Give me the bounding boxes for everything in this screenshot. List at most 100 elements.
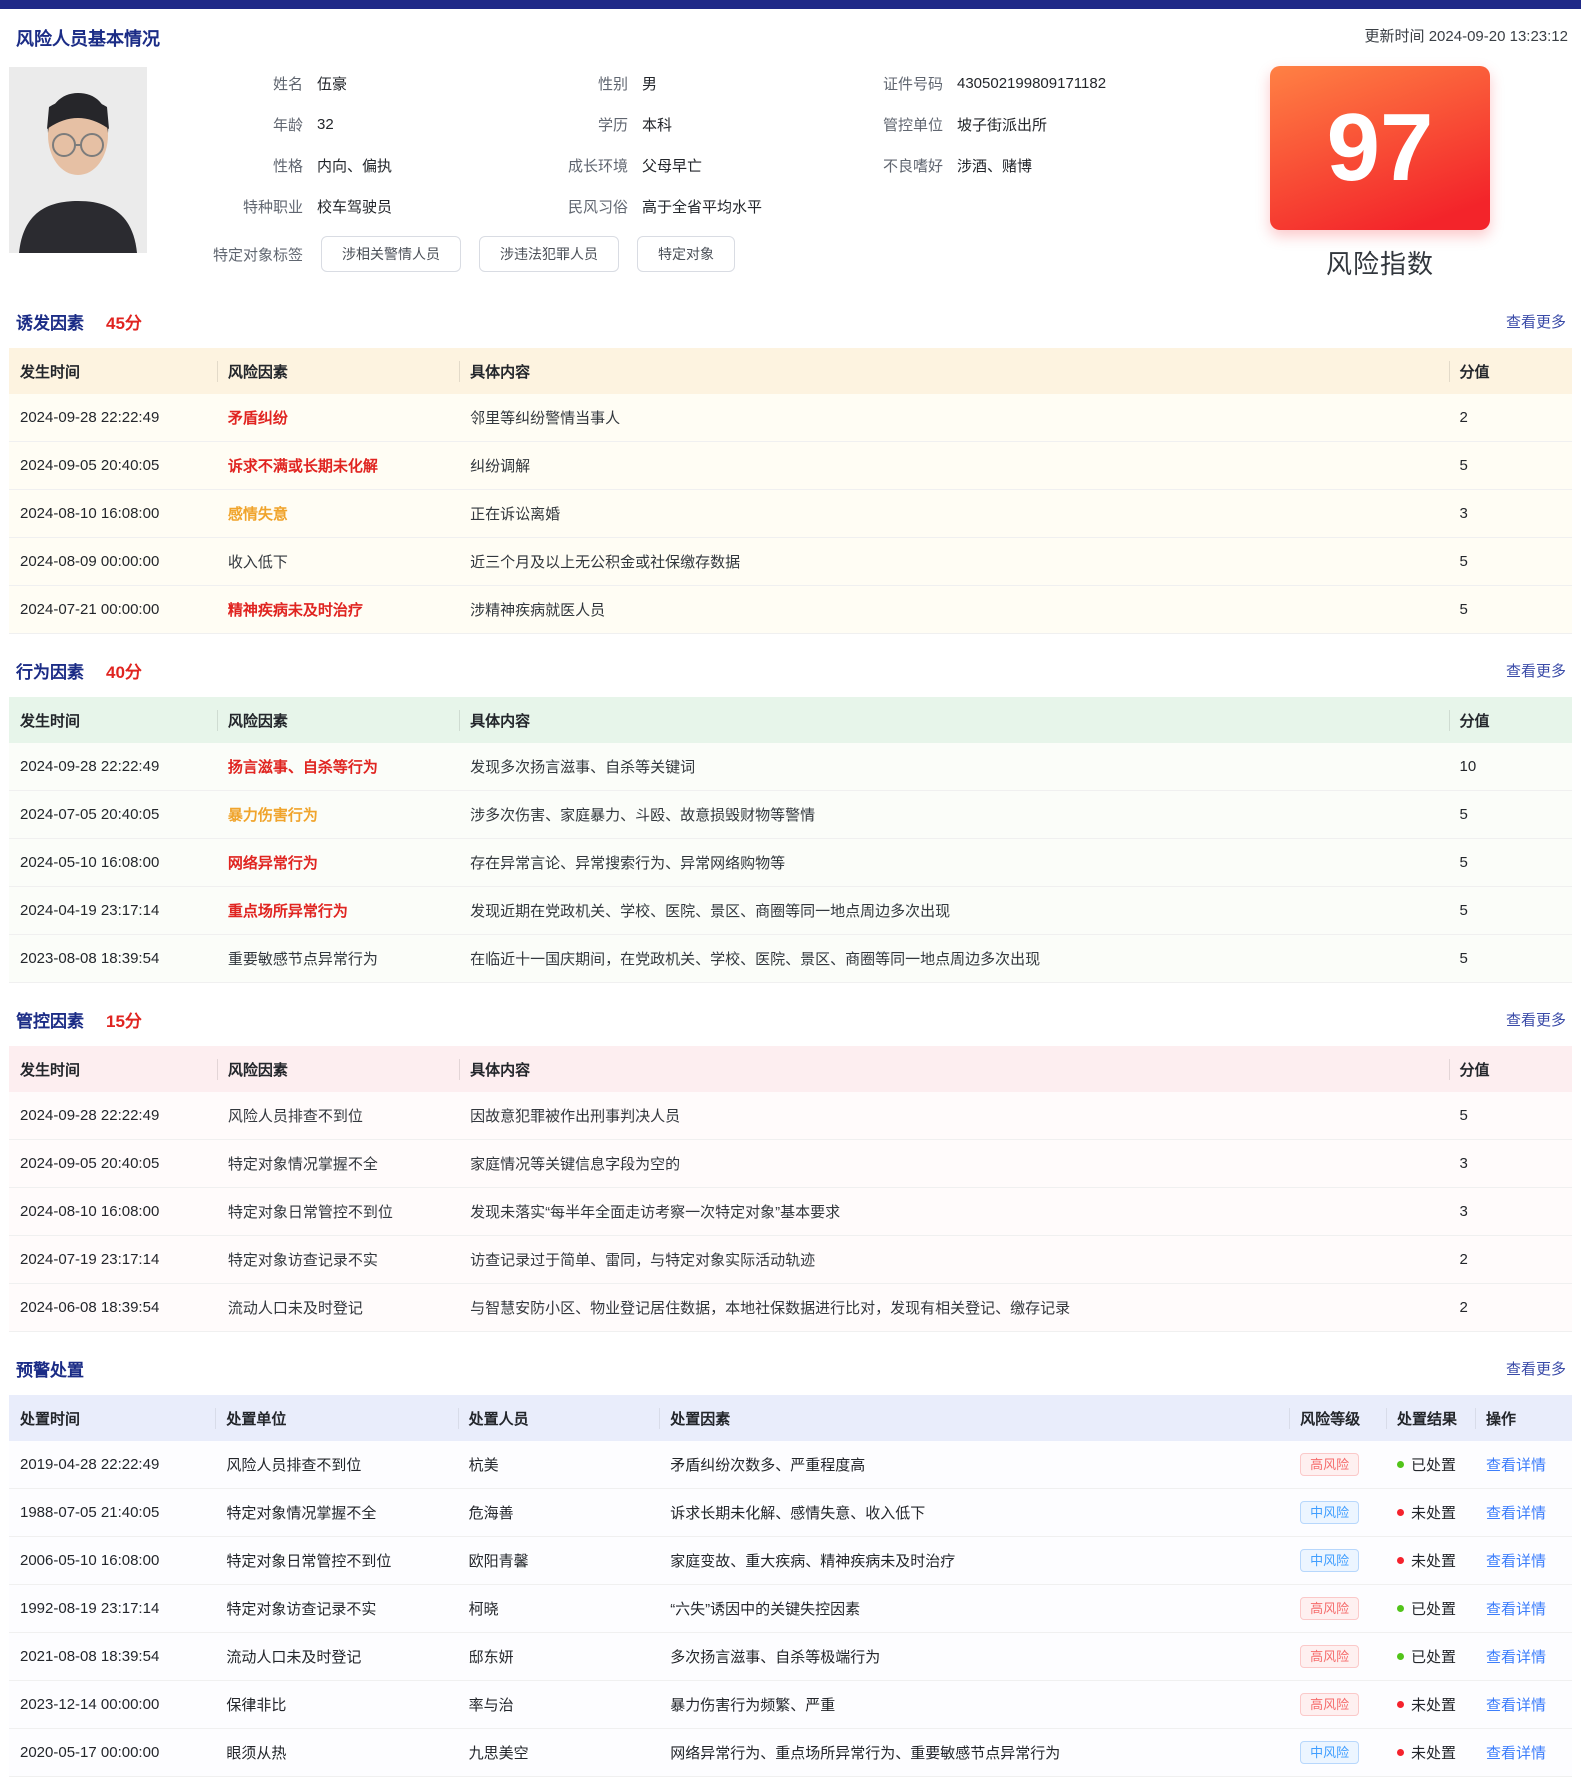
view-detail-link[interactable]: 查看详情 bbox=[1486, 1505, 1546, 1522]
disposal-section: 预警处置 查看更多 处置时间处置单位处置人员处置因素风险等级处置结果操作 201… bbox=[16, 1356, 1568, 1777]
column-header: 处置人员 bbox=[458, 1408, 660, 1429]
cell-risk-factor: 精神疾病未及时治疗 bbox=[217, 599, 459, 620]
factor-section-title: 行为因素 bbox=[16, 658, 84, 683]
cell-score: 5 bbox=[1449, 950, 1572, 967]
factor-table-header: 发生时间风险因素具体内容分值 bbox=[9, 348, 1572, 394]
profile-field: 学历 本科 bbox=[540, 114, 875, 135]
update-time: 更新时间 2024-09-20 13:23:12 bbox=[1365, 25, 1568, 46]
top-accent-bar bbox=[0, 0, 1581, 9]
column-header: 具体内容 bbox=[459, 710, 1448, 731]
risk-level-badge: 高风险 bbox=[1300, 1693, 1359, 1716]
status-dot bbox=[1397, 1749, 1404, 1756]
view-detail-link[interactable]: 查看详情 bbox=[1486, 1457, 1546, 1474]
view-detail-link[interactable]: 查看详情 bbox=[1486, 1649, 1546, 1666]
column-header: 风险因素 bbox=[217, 1059, 459, 1080]
cell-detail-content: 正在诉讼离婚 bbox=[459, 503, 1448, 524]
cell-risk-factor: 特定对象日常管控不到位 bbox=[217, 1201, 459, 1222]
cell-disposal-person: 危海善 bbox=[458, 1502, 660, 1523]
view-detail-link[interactable]: 查看详情 bbox=[1486, 1745, 1546, 1762]
profile-field-row: 性格 内向、偏执 成长环境 父母早亡 不良嗜好 涉酒、赌博 bbox=[183, 145, 1238, 186]
profile-field-label: 成长环境 bbox=[540, 155, 628, 176]
profile-field-label: 性别 bbox=[540, 73, 628, 94]
column-header: 处置单位 bbox=[215, 1408, 457, 1429]
profile-fields: 姓名 伍豪 性别 男 证件号码 430502199809171182 年龄 32… bbox=[183, 63, 1238, 272]
cell-risk-level: 中风险 bbox=[1289, 1549, 1386, 1572]
cell-detail-content: 存在异常言论、异常搜索行为、异常网络购物等 bbox=[459, 852, 1448, 873]
table-row: 2019-04-28 22:22:49 风险人员排查不到位 杭美 矛盾纠纷次数多… bbox=[9, 1441, 1572, 1489]
view-detail-link[interactable]: 查看详情 bbox=[1486, 1697, 1546, 1714]
person-photo bbox=[9, 67, 147, 253]
profile-field-value: 男 bbox=[642, 73, 657, 94]
cell-action: 查看详情 bbox=[1475, 1454, 1572, 1475]
cell-risk-factor: 流动人口未及时登记 bbox=[217, 1297, 459, 1318]
profile-field-value: 父母早亡 bbox=[642, 155, 702, 176]
column-header: 分值 bbox=[1449, 361, 1572, 382]
page-title: 风险人员基本情况 bbox=[16, 25, 160, 51]
cell-occur-time: 2024-07-19 23:17:14 bbox=[9, 1251, 217, 1268]
column-header: 分值 bbox=[1449, 710, 1572, 731]
cell-score: 2 bbox=[1449, 1299, 1572, 1316]
cell-risk-factor: 重点场所异常行为 bbox=[217, 900, 459, 921]
tags-label: 特定对象标签 bbox=[183, 244, 303, 265]
disposal-view-more-link[interactable]: 查看更多 bbox=[1506, 1358, 1566, 1379]
table-row: 2024-09-05 20:40:05 特定对象情况掌握不全 家庭情况等关键信息… bbox=[9, 1140, 1572, 1188]
cell-disposal-result: 未处置 bbox=[1386, 1742, 1475, 1763]
cell-risk-factor: 感情失意 bbox=[217, 503, 459, 524]
factor-sections: 诱发因素 45分 查看更多 发生时间风险因素具体内容分值 2024-09-28 … bbox=[16, 309, 1568, 1332]
cell-detail-content: 纠纷调解 bbox=[459, 455, 1448, 476]
factor-section-score: 45分 bbox=[106, 309, 142, 334]
view-more-link[interactable]: 查看更多 bbox=[1506, 660, 1566, 681]
view-more-link[interactable]: 查看更多 bbox=[1506, 1009, 1566, 1030]
profile-field-row: 特种职业 校车驾驶员 民风习俗 高于全省平均水平 bbox=[183, 186, 1238, 227]
cell-disposal-unit: 眼须从热 bbox=[215, 1742, 457, 1763]
profile-field: 年龄 32 bbox=[183, 114, 540, 135]
cell-score: 5 bbox=[1449, 601, 1572, 618]
risk-level-badge: 高风险 bbox=[1300, 1597, 1359, 1620]
cell-risk-factor: 网络异常行为 bbox=[217, 852, 459, 873]
disposal-table: 处置时间处置单位处置人员处置因素风险等级处置结果操作 2019-04-28 22… bbox=[9, 1395, 1572, 1777]
factor-section-score: 15分 bbox=[106, 1007, 142, 1032]
cell-disposal-factor: “六失”诱因中的关键失控因素 bbox=[659, 1598, 1289, 1619]
view-more-link[interactable]: 查看更多 bbox=[1506, 311, 1566, 332]
status-dot bbox=[1397, 1605, 1404, 1612]
disposal-section-head: 预警处置 查看更多 bbox=[16, 1356, 1566, 1381]
cell-score: 3 bbox=[1449, 505, 1572, 522]
status-dot bbox=[1397, 1653, 1404, 1660]
profile-field-label: 姓名 bbox=[183, 73, 303, 94]
risk-index: 97 风险指数 bbox=[1270, 66, 1490, 281]
profile-field-value: 坡子街派出所 bbox=[957, 114, 1047, 135]
column-header: 具体内容 bbox=[459, 1059, 1448, 1080]
cell-disposal-time: 2019-04-28 22:22:49 bbox=[9, 1456, 215, 1473]
profile-field-value: 伍豪 bbox=[317, 73, 347, 94]
cell-detail-content: 访查记录过于简单、雷同，与特定对象实际活动轨迹 bbox=[459, 1249, 1448, 1270]
cell-action: 查看详情 bbox=[1475, 1742, 1572, 1763]
cell-detail-content: 因故意犯罪被作出刑事判决人员 bbox=[459, 1105, 1448, 1126]
factor-table: 发生时间风险因素具体内容分值 2024-09-28 22:22:49 矛盾纠纷 … bbox=[9, 348, 1572, 634]
risk-index-label: 风险指数 bbox=[1270, 244, 1490, 281]
risk-level-badge: 高风险 bbox=[1300, 1453, 1359, 1476]
profile-field-label: 特种职业 bbox=[183, 196, 303, 217]
cell-score: 2 bbox=[1449, 1251, 1572, 1268]
cell-disposal-person: 欧阳青馨 bbox=[458, 1550, 660, 1571]
status-dot bbox=[1397, 1557, 1404, 1564]
view-detail-link[interactable]: 查看详情 bbox=[1486, 1553, 1546, 1570]
cell-disposal-result: 未处置 bbox=[1386, 1502, 1475, 1523]
factor-section-head: 管控因素 15分 查看更多 bbox=[16, 1007, 1566, 1032]
view-detail-link[interactable]: 查看详情 bbox=[1486, 1601, 1546, 1618]
cell-risk-factor: 特定对象情况掌握不全 bbox=[217, 1153, 459, 1174]
disposal-section-title: 预警处置 bbox=[16, 1356, 84, 1381]
result-text: 已处置 bbox=[1411, 1454, 1456, 1475]
cell-disposal-time: 1992-08-19 23:17:14 bbox=[9, 1600, 215, 1617]
column-header: 处置时间 bbox=[9, 1408, 215, 1429]
cell-detail-content: 涉多次伤害、家庭暴力、斗殴、故意损毁财物等警情 bbox=[459, 804, 1448, 825]
profile-field-value: 校车驾驶员 bbox=[317, 196, 392, 217]
profile-field-value: 内向、偏执 bbox=[317, 155, 392, 176]
column-header: 处置因素 bbox=[659, 1408, 1289, 1429]
profile-field: 管控单位 坡子街派出所 bbox=[875, 114, 1238, 135]
table-row: 2006-05-10 16:08:00 特定对象日常管控不到位 欧阳青馨 家庭变… bbox=[9, 1537, 1572, 1585]
cell-disposal-person: 九思美空 bbox=[458, 1742, 660, 1763]
table-row: 2021-08-08 18:39:54 流动人口未及时登记 邸东妍 多次扬言滋事… bbox=[9, 1633, 1572, 1681]
factor-section-head: 行为因素 40分 查看更多 bbox=[16, 658, 1566, 683]
cell-action: 查看详情 bbox=[1475, 1598, 1572, 1619]
person-photo-illustration bbox=[9, 67, 147, 253]
